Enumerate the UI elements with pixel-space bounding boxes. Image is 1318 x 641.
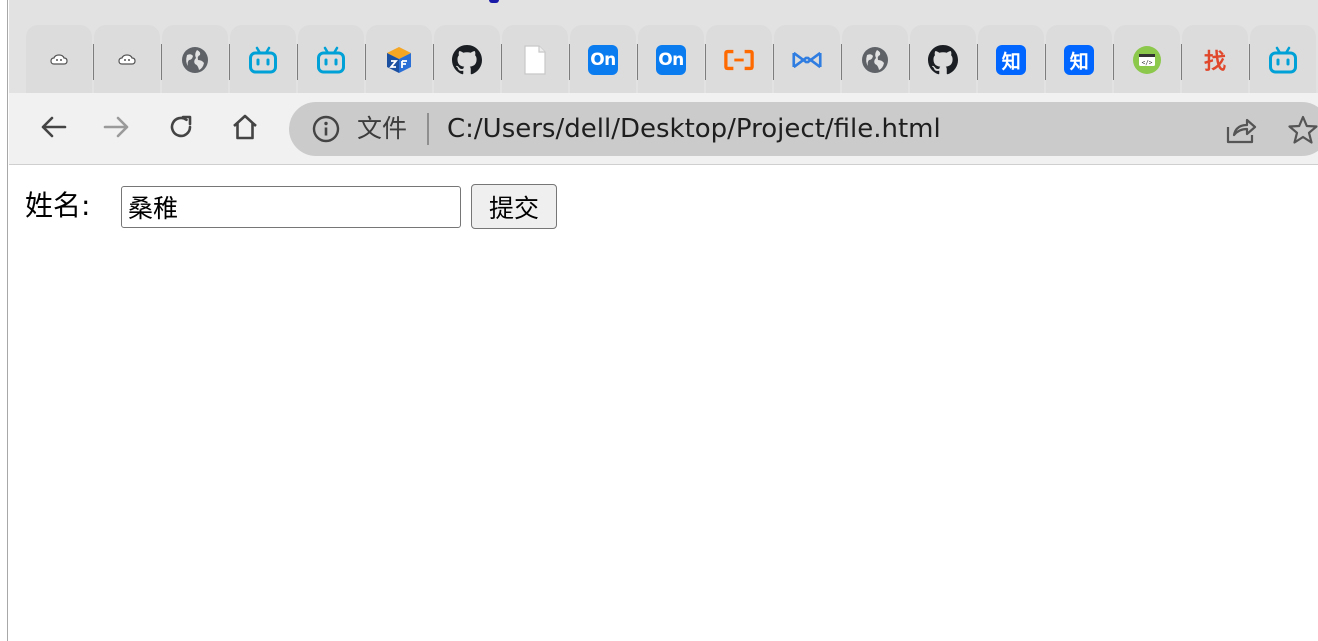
file-scheme-chip: 文件 [357,114,408,143]
tab-11[interactable] [706,25,772,93]
tab-separator [705,44,706,80]
window-top-marker [489,0,499,3]
home-icon [231,113,259,145]
tab-12[interactable] [774,25,840,93]
tab-separator [841,44,842,80]
tab-3[interactable] [162,25,228,93]
tab-separator [229,44,230,80]
tab-separator [977,44,978,80]
info-icon[interactable] [311,114,341,144]
tab-separator [433,44,434,80]
tab-16[interactable]: 知 [1046,25,1112,93]
share-icon[interactable] [1223,112,1259,148]
tab-1[interactable] [26,25,92,93]
tab-separator [909,44,910,80]
code-window-icon: </> [1132,45,1162,75]
tab-8[interactable] [502,25,568,93]
tab-separator [569,44,570,80]
back-arrow-icon [39,115,67,143]
tab-separator [161,44,162,80]
home-button[interactable] [225,109,265,149]
omnibox-divider [427,113,429,145]
tab-9[interactable]: On [570,25,636,93]
forward-button[interactable] [97,109,137,149]
submit-button[interactable]: 提交 [471,184,557,229]
tab-separator [1181,44,1182,80]
name-label: 姓名: [25,189,91,222]
page-content: 姓名: 提交 [9,166,1318,641]
globe-icon [860,45,890,75]
tab-14[interactable] [910,25,976,93]
cube-logo-icon [384,45,414,75]
browser-toolbar: 文件 C:/Users/dell/Desktop/Project/file.ht… [9,93,1318,165]
tab-6[interactable] [366,25,432,93]
forward-arrow-icon [103,115,131,143]
star-icon[interactable] [1285,112,1318,148]
aliyun-icon [724,45,754,75]
tab-18[interactable]: 找 [1182,25,1248,93]
tab-13[interactable] [842,25,908,93]
tab-4[interactable] [230,25,296,93]
tab-separator [1249,44,1250,80]
bowtie-logo-icon [792,45,822,75]
tab-separator [1113,44,1114,80]
bilibili-icon [248,45,278,75]
blank-page-icon [520,45,550,75]
tab-separator [365,44,366,80]
globe-icon [180,45,210,75]
tab-15[interactable]: 知 [978,25,1044,93]
tab-separator [1045,44,1046,80]
cloud-favicon-icon [44,45,74,75]
tab-2[interactable] [94,25,160,93]
back-button[interactable] [33,109,73,149]
tab-5[interactable] [298,25,364,93]
reload-button[interactable] [161,109,201,149]
address-bar[interactable]: 文件 C:/Users/dell/Desktop/Project/file.ht… [289,102,1318,156]
zhihu-icon: 知 [1064,45,1094,75]
bilibili-icon [316,45,346,75]
url-text[interactable]: C:/Users/dell/Desktop/Project/file.html [447,111,941,147]
zhihu-icon: 知 [996,45,1026,75]
github-icon [928,45,958,75]
reload-icon [167,113,195,145]
tab-10[interactable]: On [638,25,704,93]
window-left-edge [0,0,8,641]
zhao-icon: 找 [1203,50,1226,75]
tab-separator [501,44,502,80]
on-badge-icon: On [588,45,618,75]
tab-separator [93,44,94,80]
tab-separator [637,44,638,80]
svg-text:</>: </> [1142,60,1153,67]
tab-7[interactable] [434,25,500,93]
on-badge-icon: On [656,45,686,75]
tab-strip: On On 知 知 </> 找 [9,0,1318,93]
cloud-favicon-icon [112,45,142,75]
tab-separator [773,44,774,80]
tab-separator [297,44,298,80]
github-icon [452,45,482,75]
tab-19[interactable] [1250,25,1316,93]
bilibili-icon [1268,45,1298,75]
name-input[interactable] [121,186,461,228]
tab-17[interactable]: </> [1114,25,1180,93]
